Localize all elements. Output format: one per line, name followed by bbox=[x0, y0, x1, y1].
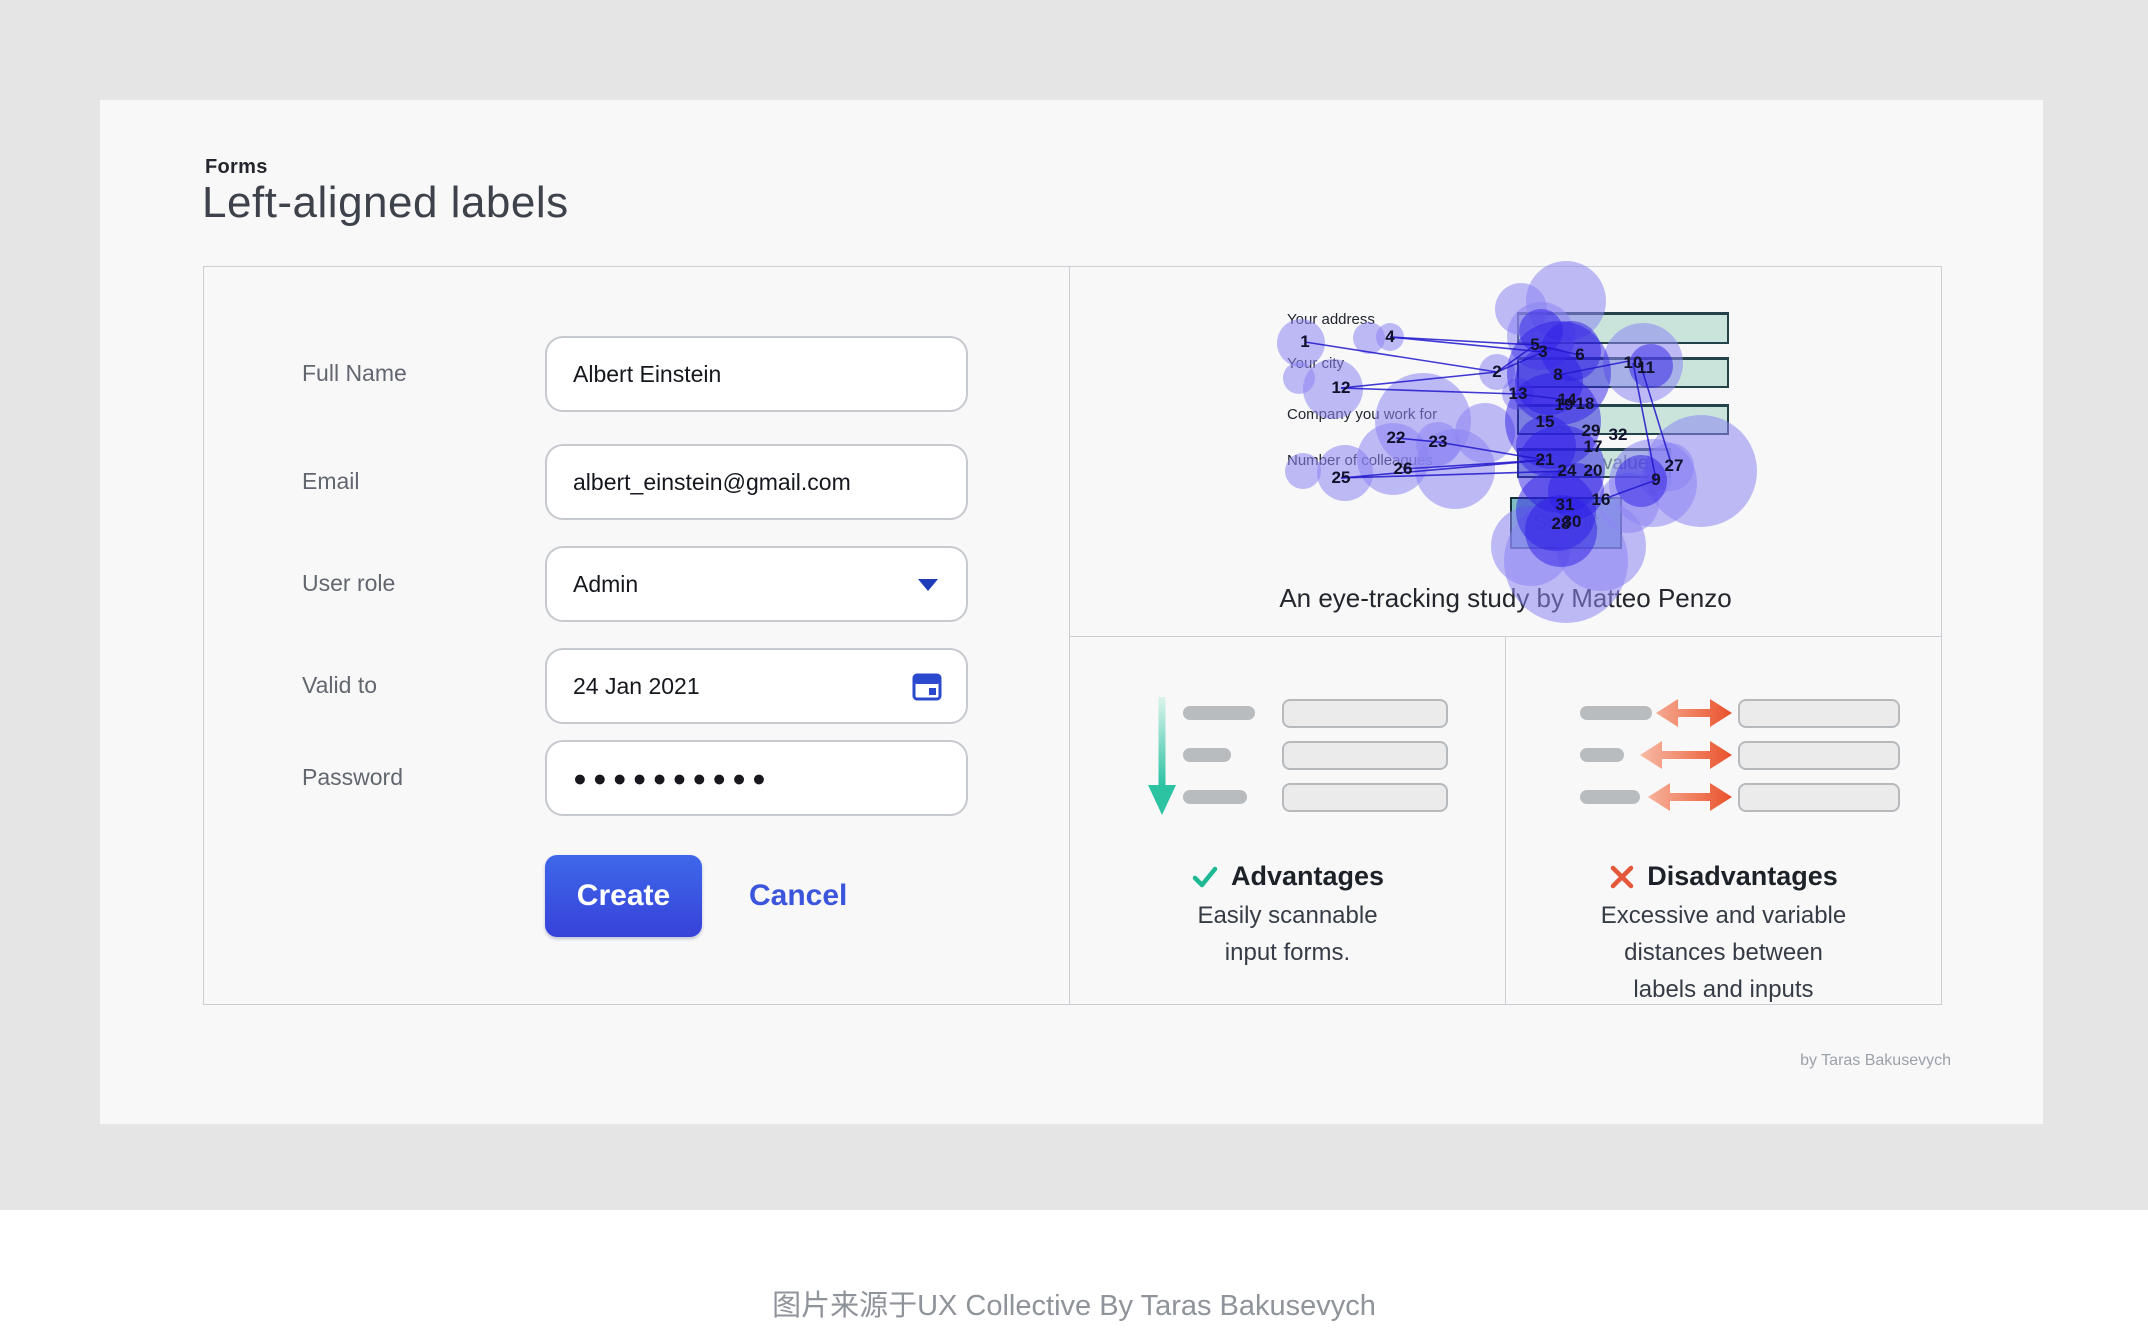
fixation-number: 11 bbox=[1637, 358, 1655, 377]
valid-to-input[interactable]: 24 Jan 2021 bbox=[545, 648, 968, 724]
heatmap-blob bbox=[1455, 403, 1515, 463]
password-input[interactable]: ●●●●●●●●●● bbox=[545, 740, 968, 816]
eye-field-label-2: Your city bbox=[1287, 355, 1344, 372]
mock-label-bar bbox=[1183, 706, 1255, 720]
mock-input-box bbox=[1282, 783, 1448, 812]
fixation-number: 32 bbox=[1608, 425, 1628, 444]
chevron-down-icon[interactable] bbox=[918, 579, 938, 591]
eye-tracking-panel: An eye-tracking study by Matteo Penzo va… bbox=[1070, 261, 1941, 636]
bottom-band: 图片来源于UX Collective By Taras Bakusevych bbox=[0, 1210, 2148, 1340]
fixation-number: 20 bbox=[1583, 461, 1603, 480]
eye-field-label-3: Company you work for bbox=[1287, 406, 1438, 423]
calendar-icon[interactable] bbox=[910, 669, 944, 703]
fixation-number: 16 bbox=[1591, 490, 1611, 509]
fixation-number: 15 bbox=[1535, 412, 1555, 431]
fixation-number: 4 bbox=[1385, 327, 1395, 346]
mock-input-box bbox=[1282, 741, 1448, 770]
fixation-number: 26 bbox=[1393, 459, 1413, 478]
author-attribution: by Taras Bakusevych bbox=[1800, 1052, 1951, 1069]
field-label-email: Email bbox=[302, 468, 360, 494]
advantages-illustration bbox=[1070, 637, 1506, 1005]
password-value: ●●●●●●●●●● bbox=[573, 764, 772, 791]
mock-label-bar bbox=[1580, 748, 1624, 762]
disadvantages-panel: Disadvantages Excessive and variable dist… bbox=[1506, 637, 1941, 1004]
advantages-panel: Advantages Easily scannable input forms. bbox=[1070, 637, 1506, 1004]
mock-input-box bbox=[1282, 699, 1448, 728]
full-name-input[interactable]: Albert Einstein bbox=[545, 336, 968, 412]
fixation-number: 30 bbox=[1562, 512, 1582, 531]
fixation-number: 19 bbox=[1554, 395, 1574, 414]
eye-field-label-1: Your address bbox=[1287, 311, 1375, 328]
fixation-number: 2 bbox=[1492, 362, 1502, 381]
fixation-number: 31 bbox=[1555, 495, 1575, 514]
fixation-number: 12 bbox=[1331, 378, 1351, 397]
page-title: Left-aligned labels bbox=[202, 178, 569, 227]
field-label-full-name: Full Name bbox=[302, 360, 407, 386]
fixation-number: 22 bbox=[1386, 428, 1406, 447]
content-card: Forms Left-aligned labels Create Cancel … bbox=[100, 100, 2043, 1124]
mock-label-bar bbox=[1183, 748, 1231, 762]
fixation-number: 27 bbox=[1664, 456, 1684, 475]
full-name-value: Albert Einstein bbox=[573, 360, 722, 387]
valid-to-value: 24 Jan 2021 bbox=[573, 672, 700, 699]
fixation-number: 18 bbox=[1575, 394, 1595, 413]
cancel-button[interactable]: Cancel bbox=[749, 855, 847, 937]
fixation-number: 8 bbox=[1553, 365, 1563, 384]
heatmap-blob bbox=[1415, 429, 1495, 509]
fixation-number: 1 bbox=[1300, 332, 1310, 351]
field-label-password: Password bbox=[302, 764, 403, 790]
fixation-number: 25 bbox=[1331, 468, 1351, 487]
panel-grid: Create Cancel Full Name Albert Einstein Em… bbox=[203, 261, 1942, 1005]
disadvantages-illustration bbox=[1506, 637, 1940, 1005]
fixation-number: 9 bbox=[1651, 470, 1661, 489]
fixation-number: 29 bbox=[1581, 421, 1601, 440]
create-button[interactable]: Create bbox=[545, 855, 702, 937]
mock-input-box bbox=[1738, 783, 1900, 812]
fixation-number: 21 bbox=[1535, 450, 1555, 469]
fixation-number: 5 bbox=[1530, 335, 1540, 354]
email-input[interactable]: albert_einstein@gmail.com bbox=[545, 444, 968, 520]
user-role-value: Admin bbox=[573, 570, 639, 597]
field-label-user-role: User role bbox=[302, 570, 396, 596]
eye-mock-field-1 bbox=[1517, 312, 1729, 344]
fixation-number: 6 bbox=[1575, 345, 1585, 364]
mock-input-box bbox=[1738, 741, 1900, 770]
double-arrow-icons bbox=[1640, 699, 1732, 811]
mock-label-bar bbox=[1183, 790, 1247, 804]
section-kicker: Forms bbox=[205, 156, 268, 178]
mock-label-bar bbox=[1580, 706, 1652, 720]
email-value: albert_einstein@gmail.com bbox=[573, 468, 851, 495]
form-panel: Create Cancel Full Name Albert Einstein Em… bbox=[204, 267, 1070, 1004]
scanpath-lines bbox=[1304, 336, 1672, 501]
footer-caption: 图片来源于UX Collective By Taras Bakusevych bbox=[772, 1290, 1376, 1322]
fixation-number: 23 bbox=[1428, 432, 1448, 451]
down-arrow-icon bbox=[1148, 697, 1176, 815]
mock-label-bar bbox=[1580, 790, 1640, 804]
field-label-valid-to: Valid to bbox=[302, 672, 378, 698]
eye-study-caption: An eye-tracking study by Matteo Penzo bbox=[1279, 583, 1732, 613]
fixation-number: 24 bbox=[1557, 461, 1577, 480]
mock-input-box bbox=[1738, 699, 1900, 728]
user-role-input[interactable]: Admin bbox=[545, 546, 968, 622]
bottom-panels: Advantages Easily scannable input forms. … bbox=[1070, 636, 1941, 1004]
fixation-number: 13 bbox=[1508, 384, 1528, 403]
